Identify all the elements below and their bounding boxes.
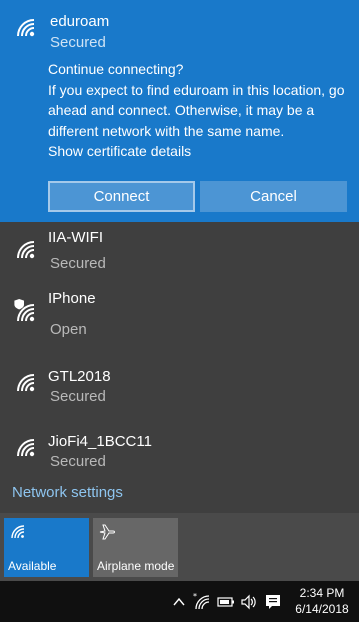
network-name: GTL2018	[48, 368, 111, 385]
connection-message: Continue connecting? If you expect to fi…	[48, 59, 350, 162]
wifi-toggle-tile[interactable]: Available	[4, 518, 89, 577]
tile-label: Available	[8, 559, 57, 573]
wifi-secured-icon	[17, 19, 35, 37]
network-flyout: eduroam Secured Continue connecting? If …	[0, 0, 359, 513]
clock-time: 2:34 PM	[299, 586, 345, 600]
clock-date: 6/14/2018	[295, 602, 349, 616]
connect-button[interactable]: Connect	[48, 181, 195, 212]
wifi-secured-icon	[17, 439, 35, 457]
wifi-secured-icon	[17, 374, 35, 392]
tile-label: Airplane mode	[97, 559, 175, 573]
network-name: IIA-WIFI	[48, 229, 103, 246]
chevron-up-icon[interactable]	[170, 593, 188, 611]
network-status: Secured	[50, 453, 106, 470]
network-item-jiofi4[interactable]: JioFi4_1BCC11 Secured	[0, 420, 359, 482]
taskbar-clock[interactable]: 2:34 PM 6/14/2018	[292, 585, 352, 617]
wifi-icon	[11, 525, 25, 539]
message-line: Continue connecting?	[48, 61, 184, 77]
network-status: Secured	[50, 255, 106, 272]
wifi-open-warning-icon	[14, 299, 35, 322]
wifi-secured-icon	[17, 241, 35, 259]
airplane-icon	[99, 524, 115, 540]
network-status: Secured	[50, 34, 106, 51]
svg-text:*: *	[193, 593, 197, 601]
cancel-button[interactable]: Cancel	[200, 181, 347, 212]
message-line: If you expect to find eduroam in this lo…	[48, 81, 345, 139]
network-item-iia-wifi[interactable]: IIA-WIFI Secured	[0, 222, 359, 284]
network-name: IPhone	[48, 290, 96, 307]
show-certificate-link[interactable]: Show certificate details	[48, 141, 350, 162]
network-status: Open	[50, 321, 87, 338]
selected-network-eduroam[interactable]: eduroam Secured Continue connecting? If …	[0, 0, 359, 222]
volume-icon[interactable]	[240, 593, 258, 611]
network-settings-link[interactable]: Network settings	[12, 484, 123, 501]
taskbar: * 2:34 PM 6/14/2018	[0, 581, 359, 622]
quick-actions: Available Airplane mode	[0, 513, 359, 581]
network-status: Secured	[50, 388, 106, 405]
network-name: eduroam	[50, 13, 110, 30]
wifi-tray-icon[interactable]: *	[193, 593, 211, 611]
battery-icon[interactable]	[217, 593, 235, 611]
network-item-iphone[interactable]: IPhone Open	[0, 285, 359, 347]
network-item-gtl2018[interactable]: GTL2018 Secured	[0, 355, 359, 417]
airplane-mode-tile[interactable]: Airplane mode	[93, 518, 178, 577]
network-name: JioFi4_1BCC11	[48, 433, 152, 450]
action-center-icon[interactable]	[264, 593, 282, 611]
